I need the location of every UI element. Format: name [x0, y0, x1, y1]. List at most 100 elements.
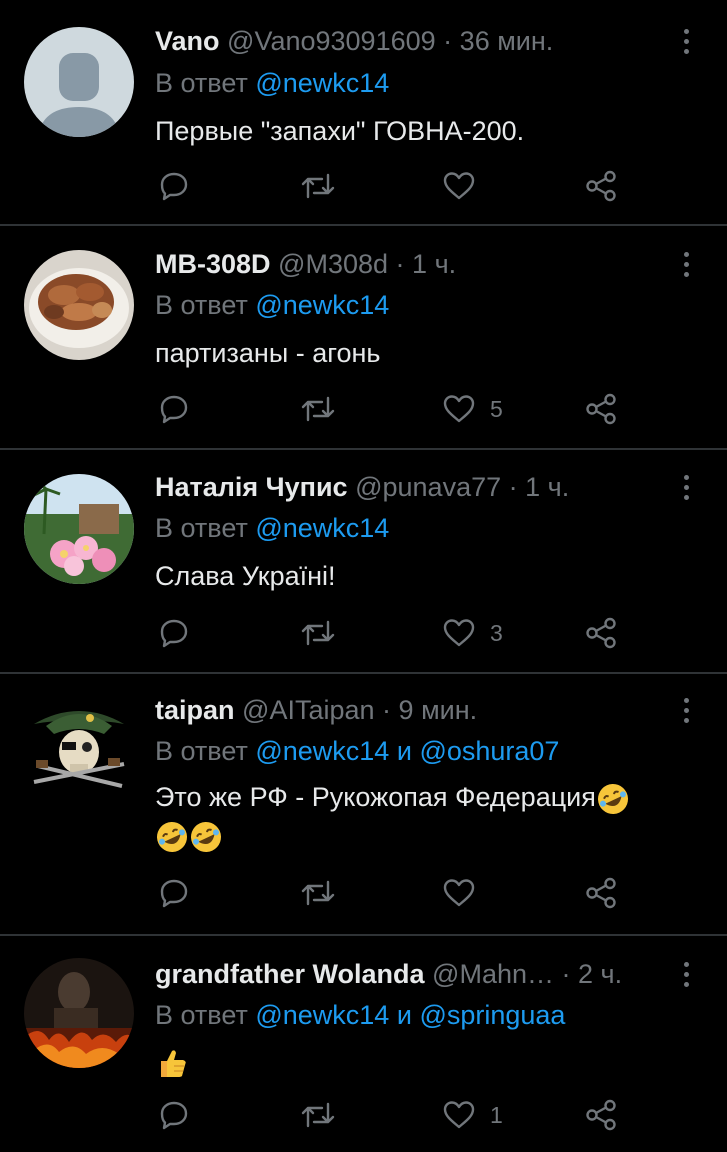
heart-icon [443, 172, 475, 200]
share-button[interactable] [584, 1098, 618, 1132]
tweet-card[interactable]: Vano @Vano93091609 · 36 мин. В ответ @ne… [0, 0, 727, 224]
reply-button[interactable] [158, 1098, 190, 1132]
heart-icon [443, 879, 475, 907]
reply-button[interactable] [158, 876, 190, 910]
retweet-icon [301, 620, 335, 646]
share-icon [586, 393, 616, 425]
retweet-icon [301, 880, 335, 906]
separator-dot: · [395, 249, 405, 279]
retweet-button[interactable] [300, 1098, 336, 1132]
tweet-text-content: партизаны - агонь [155, 338, 381, 368]
like-button[interactable] [442, 169, 490, 203]
reply-prefix: В ответ [155, 513, 248, 543]
reply-prefix: В ответ [155, 1000, 248, 1030]
tweet-text: Первые "запахи" ГОВНА-200. [155, 112, 524, 150]
share-button[interactable] [584, 392, 618, 426]
tweet-text-content: Первые "запахи" ГОВНА-200. [155, 116, 525, 146]
author-name[interactable]: Vano [155, 26, 220, 56]
tweet-text-content: Это же РФ - Рукожопая Федерация [155, 782, 596, 812]
like-button[interactable]: 3 [442, 616, 503, 650]
author-handle[interactable]: @Mahn… [432, 959, 554, 989]
reply-mention-link[interactable]: @newkc14 [255, 1000, 389, 1030]
retweet-button[interactable] [300, 169, 336, 203]
reply-context: В ответ @newkc14 [155, 66, 389, 100]
author-name[interactable]: taipan [155, 695, 235, 725]
reply-button[interactable] [158, 616, 190, 650]
timestamp[interactable]: 9 мин. [399, 695, 478, 725]
tweet-card[interactable]: taipan @AITaipan · 9 мин. В ответ @newkc… [0, 674, 727, 934]
share-button[interactable] [584, 616, 618, 650]
author-name[interactable]: grandfather Wolanda [155, 959, 425, 989]
timestamp[interactable]: 1 ч. [412, 249, 456, 279]
comment-bubble-icon [160, 619, 188, 648]
tweet-card[interactable]: Наталія Чупис @punava77 · 1 ч. В ответ @… [0, 450, 727, 672]
comment-bubble-icon [160, 879, 188, 908]
author-name[interactable]: MB-308D [155, 249, 271, 279]
food-photo-avatar [24, 250, 134, 360]
more-vertical-icon[interactable] [676, 252, 696, 282]
author-name[interactable]: Наталія Чупис [155, 472, 348, 502]
tweet-text: партизаны - агонь [155, 334, 380, 372]
thumbs-up-emoji-icon [161, 1050, 186, 1077]
like-button[interactable] [442, 876, 490, 910]
like-count: 3 [490, 619, 503, 646]
retweet-icon [301, 173, 335, 199]
retweet-icon [301, 1102, 335, 1128]
tweet-text: Слава Україні! [155, 557, 336, 595]
avatar[interactable] [24, 250, 134, 360]
avatar[interactable] [24, 474, 134, 584]
reply-prefix: В ответ [155, 68, 248, 98]
comment-bubble-icon [160, 172, 188, 201]
reply-context: В ответ @newkc14 и @springuaa [155, 998, 565, 1032]
like-button[interactable]: 1 [442, 1098, 503, 1132]
retweet-button[interactable] [300, 616, 336, 650]
tweet-header: Наталія Чупис @punava77 · 1 ч. [155, 467, 569, 507]
reply-context: В ответ @newkc14 и @oshura07 [155, 734, 559, 768]
share-button[interactable] [584, 169, 618, 203]
tweet-header: taipan @AITaipan · 9 мин. [155, 690, 477, 730]
heart-icon [443, 395, 475, 423]
avatar[interactable] [24, 694, 134, 804]
more-vertical-icon[interactable] [676, 475, 696, 505]
more-vertical-icon[interactable] [676, 29, 696, 59]
author-handle[interactable]: @M308d [278, 249, 388, 279]
more-vertical-icon[interactable] [676, 962, 696, 992]
tweet-header: Vano @Vano93091609 · 36 мин. [155, 21, 553, 61]
author-handle[interactable]: @AITaipan [242, 695, 374, 725]
reply-join: и [396, 1000, 412, 1030]
share-button[interactable] [584, 876, 618, 910]
timestamp[interactable]: 1 ч. [525, 472, 569, 502]
reply-mention-link-2[interactable]: @oshura07 [419, 736, 559, 766]
timestamp[interactable]: 2 ч. [578, 959, 622, 989]
tweet-header: MB-308D @M308d · 1 ч. [155, 244, 456, 284]
tweet-card[interactable]: grandfather Wolanda @Mahn… · 2 ч. В отве… [0, 936, 727, 1152]
reply-mention-link[interactable]: @newkc14 [255, 290, 389, 320]
reply-button[interactable] [158, 392, 190, 426]
reply-mention-link-2[interactable]: @springuaa [419, 1000, 565, 1030]
pirate-skull-avatar [24, 694, 134, 804]
reply-button[interactable] [158, 169, 190, 203]
avatar[interactable] [24, 958, 134, 1068]
heart-icon [443, 1101, 475, 1129]
author-handle[interactable]: @Vano93091609 [227, 26, 436, 56]
tweet-header: grandfather Wolanda @Mahn… · 2 ч. [155, 954, 622, 994]
separator-dot: · [382, 695, 392, 725]
author-handle[interactable]: @punava77 [355, 472, 501, 502]
default-avatar-icon [24, 27, 134, 137]
retweet-icon [301, 396, 335, 422]
reply-mention-link[interactable]: @newkc14 [255, 513, 389, 543]
avatar[interactable] [24, 27, 134, 137]
retweet-button[interactable] [300, 876, 336, 910]
separator-dot: · [508, 472, 518, 502]
like-button[interactable]: 5 [442, 392, 503, 426]
reply-mention-link[interactable]: @newkc14 [255, 68, 389, 98]
retweet-button[interactable] [300, 392, 336, 426]
more-vertical-icon[interactable] [676, 698, 696, 728]
share-icon [586, 877, 616, 909]
tweet-text: Это же РФ - Рукожопая Федерация [155, 778, 695, 854]
tweet-card[interactable]: MB-308D @M308d · 1 ч. В ответ @newkc14 п… [0, 226, 727, 448]
reply-join: и [396, 736, 412, 766]
heart-icon [443, 619, 475, 647]
timestamp[interactable]: 36 мин. [460, 26, 554, 56]
reply-mention-link[interactable]: @newkc14 [255, 736, 389, 766]
